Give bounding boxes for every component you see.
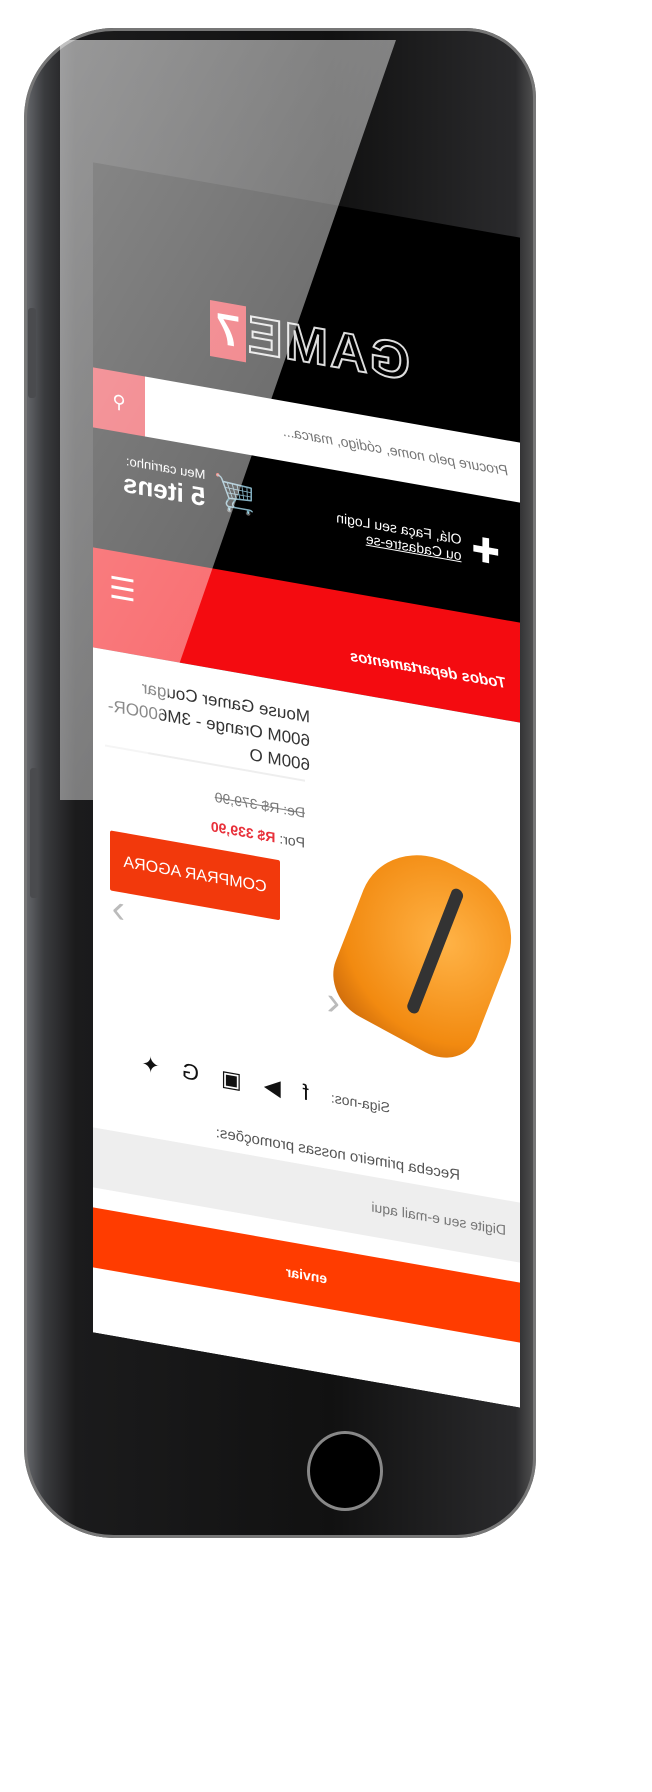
hamburger-icon[interactable]: ☰ bbox=[109, 570, 136, 610]
product-image[interactable] bbox=[322, 829, 520, 1073]
home-button[interactable] bbox=[307, 1431, 383, 1511]
old-price: De: R$ 379,90 bbox=[215, 789, 305, 821]
logo[interactable]: GAME 7 bbox=[210, 293, 411, 398]
departments-link[interactable]: Todos departamentos bbox=[350, 648, 506, 693]
social-label: Siga-nos: bbox=[330, 1089, 390, 1116]
gamepad-icon: ✚ bbox=[471, 530, 501, 574]
old-price-value: R$ 379,90 bbox=[214, 788, 280, 817]
cart-icon: 🛒 bbox=[213, 472, 256, 519]
price-value: R$ 339,90 bbox=[210, 818, 276, 846]
account-link[interactable]: ✚ Olá, Faça seu Login ou Cadastre-se bbox=[336, 505, 500, 574]
buy-now-button[interactable]: COMPRAR AGORA bbox=[110, 830, 280, 921]
phone-screen: GAME 7 ⚲ ✚ Olá, Faça seu Login ou Cadast… bbox=[93, 162, 520, 1408]
instagram-icon[interactable]: ▣ bbox=[221, 1065, 242, 1095]
facebook-icon[interactable]: f bbox=[303, 1079, 309, 1106]
social-links: Siga-nos: f ▶ ▣ G ✦ bbox=[141, 1051, 390, 1121]
youtube-icon[interactable]: ▶ bbox=[264, 1072, 281, 1101]
search-icon: ⚲ bbox=[112, 390, 126, 413]
side-button bbox=[30, 768, 38, 898]
logo-badge: 7 bbox=[210, 299, 246, 363]
search-button[interactable]: ⚲ bbox=[93, 367, 145, 437]
main-content: Mouse Gamer Cougar 600M Orange - 3M600OR… bbox=[93, 647, 520, 1408]
price-label: Por: bbox=[279, 830, 305, 851]
carousel-prev-icon[interactable]: ‹ bbox=[327, 979, 340, 1026]
product-title[interactable]: Mouse Gamer Cougar 600M Orange - 3M600OR… bbox=[105, 669, 310, 777]
volume-button bbox=[28, 308, 36, 398]
logo-text: GAME bbox=[245, 304, 411, 393]
twitter-icon[interactable]: ✦ bbox=[141, 1051, 159, 1080]
cart-button[interactable]: 🛒 Meu carrinho: 5 itens bbox=[123, 453, 256, 522]
google-icon[interactable]: G bbox=[182, 1058, 199, 1087]
old-price-label: De: bbox=[283, 800, 305, 821]
price: Por: R$ 339,90 bbox=[211, 818, 305, 851]
carousel-next-icon[interactable]: › bbox=[112, 886, 125, 933]
